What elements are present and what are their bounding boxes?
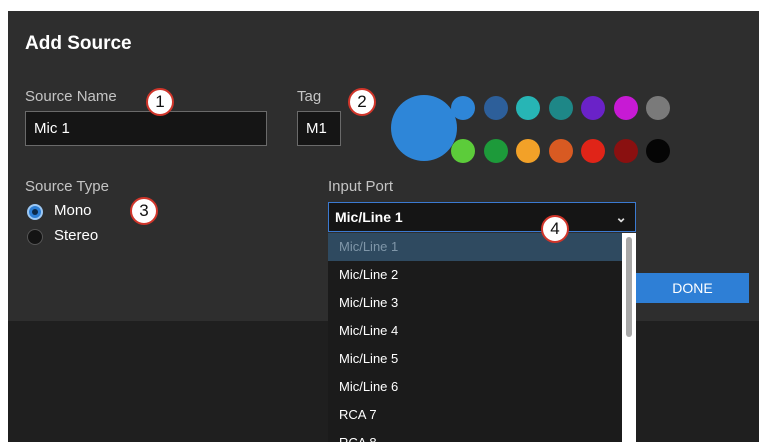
- dropdown-option[interactable]: RCA 7: [328, 401, 622, 429]
- color-swatch[interactable]: [516, 139, 540, 163]
- color-swatch[interactable]: [613, 96, 638, 120]
- scrollbar-thumb[interactable]: [626, 237, 632, 337]
- dialog-title: Add Source: [25, 33, 132, 54]
- dropdown-option[interactable]: Mic/Line 3: [328, 289, 622, 317]
- callout-badge-1: 1: [146, 88, 174, 116]
- source-name-input[interactable]: Mic 1: [25, 111, 267, 146]
- done-button[interactable]: DONE: [636, 273, 749, 303]
- color-swatch[interactable]: [646, 139, 670, 163]
- dropdown-option[interactable]: Mic/Line 4: [328, 317, 622, 345]
- callout-badge-2: 2: [348, 88, 376, 116]
- color-swatch[interactable]: [483, 96, 508, 120]
- mono-label: Mono: [54, 202, 92, 219]
- color-swatch[interactable]: [483, 139, 508, 163]
- callout-badge-4: 4: [541, 215, 569, 243]
- color-swatch[interactable]: [581, 139, 605, 163]
- chevron-down-icon[interactable]: ⌄: [615, 203, 627, 231]
- input-port-value: Mic/Line 1: [335, 209, 403, 225]
- app-background: Add Source Source Name Mic 1 Tag M1 Sour…: [8, 11, 759, 442]
- color-swatch[interactable]: [451, 96, 475, 120]
- dropdown-scrollbar[interactable]: [622, 233, 636, 442]
- color-swatch[interactable]: [613, 139, 638, 163]
- stereo-label: Stereo: [54, 227, 99, 244]
- color-swatch[interactable]: [581, 96, 605, 120]
- input-port-label: Input Port: [328, 178, 394, 195]
- stereo-radio[interactable]: [27, 229, 43, 245]
- input-port-select[interactable]: Mic/Line 1 ⌄: [328, 202, 636, 232]
- dropdown-option[interactable]: Mic/Line 2: [328, 261, 622, 289]
- source-name-label: Source Name: [25, 88, 117, 105]
- dropdown-option[interactable]: Mic/Line 5: [328, 345, 622, 373]
- color-swatch[interactable]: [548, 96, 573, 120]
- dropdown-option[interactable]: Mic/Line 1: [328, 233, 622, 261]
- tag-input[interactable]: M1: [297, 111, 341, 146]
- dropdown-option[interactable]: Mic/Line 6: [328, 373, 622, 401]
- mono-radio[interactable]: [27, 204, 43, 220]
- color-swatch[interactable]: [646, 96, 670, 120]
- source-type-label: Source Type: [25, 178, 109, 195]
- tag-label: Tag: [297, 88, 322, 105]
- color-swatch[interactable]: [516, 96, 540, 120]
- selected-color-preview: [391, 95, 457, 161]
- color-swatch[interactable]: [548, 139, 573, 163]
- dropdown-option[interactable]: RCA 8: [328, 429, 622, 442]
- callout-badge-3: 3: [130, 197, 158, 225]
- input-port-dropdown: Mic/Line 1 Mic/Line 2 Mic/Line 3 Mic/Line 4…: [328, 233, 636, 442]
- color-swatch[interactable]: [451, 139, 475, 163]
